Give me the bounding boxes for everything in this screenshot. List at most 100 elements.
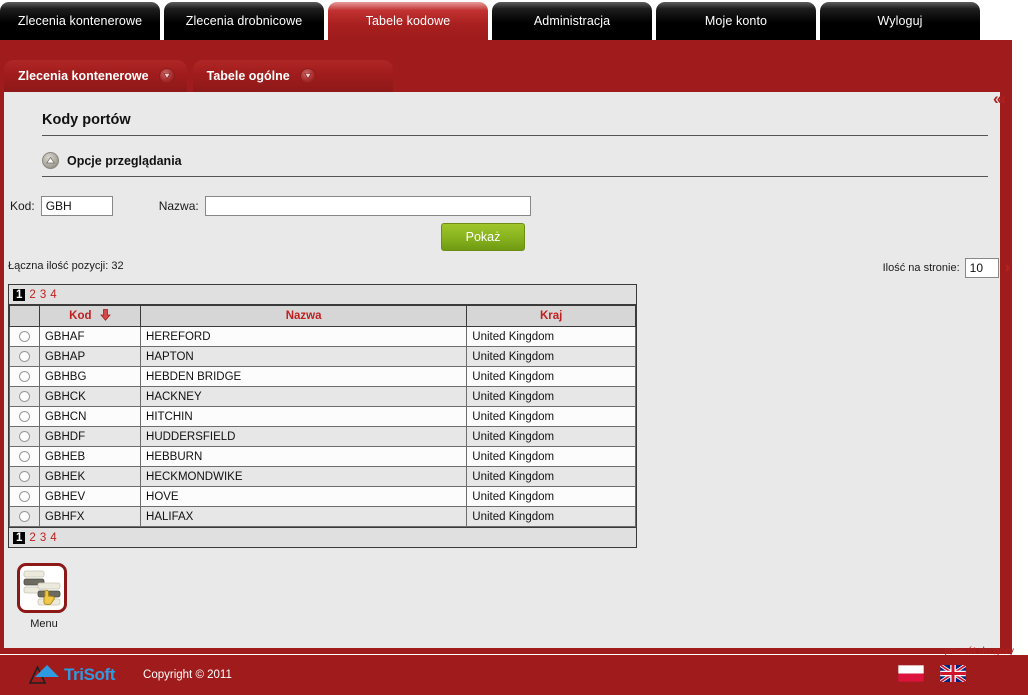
menu-button-label: Menu [30,618,58,630]
table-row[interactable]: GBHAP HAPTON United Kingdom [9,346,636,367]
trisoft-logo-text: TriSoft [64,665,116,684]
table-row[interactable]: GBHEK HECKMONDWIKE United Kingdom [9,466,636,487]
cell-kod: GBHCK [38,386,142,407]
top-nav-tab-1[interactable]: Zlecenia drobnicowe [164,2,324,40]
cell-kod: GBHAP [38,346,142,367]
copyright-text: Copyright © 2011 [143,669,232,681]
cell-kod: GBHEB [38,446,142,467]
cell-kraj: United Kingdom [466,386,636,407]
pager-top-page-4[interactable]: 4 [48,289,58,301]
footer: TriSoft Copyright © 2011 [0,655,1028,695]
chevron-right-icon[interactable]: › [1005,260,1010,276]
pager-top-page-3[interactable]: 3 [38,289,48,301]
cell-kod: GBHAF [38,326,142,347]
page-title: Kody portów [42,112,988,136]
top-nav-tab-0[interactable]: Zlecenia kontenerowe [0,2,160,40]
row-select-cell[interactable] [9,326,40,347]
results-table-container: 1234 Kod Nazwa Kraj GBHAF HEREFORD Unite… [8,284,637,548]
row-select-cell[interactable] [9,506,40,527]
row-select-cell[interactable] [9,486,40,507]
row-select-cell[interactable] [9,406,40,427]
row-radio-button[interactable] [18,430,30,442]
cell-kod: GBHBG [38,366,142,387]
trisoft-triangle-icon [28,663,62,688]
sub-nav-tab-0[interactable]: Zlecenia kontenerowe [4,60,187,92]
pager-top-page-1[interactable]: 1 [13,288,26,301]
row-radio-button[interactable] [18,490,30,502]
options-section-header[interactable]: Opcje przeglądania [42,152,988,177]
row-radio-button[interactable] [18,390,30,402]
menu-button[interactable]: Menu [17,563,71,630]
table-row[interactable]: GBHEV HOVE United Kingdom [9,486,636,507]
row-radio-button[interactable] [18,370,30,382]
row-select-cell[interactable] [9,386,40,407]
pager-bottom-page-4[interactable]: 4 [48,532,58,544]
row-radio-button[interactable] [18,450,30,462]
table-header-row: Kod Nazwa Kraj [9,305,636,327]
table-row[interactable]: GBHDF HUDDERSFIELD United Kingdom [9,426,636,447]
kod-input[interactable] [40,196,113,216]
trisoft-logo: TriSoft [28,663,115,688]
table-row[interactable]: GBHCK HACKNEY United Kingdom [9,386,636,407]
circle-up-arrow-icon [42,152,59,169]
cell-kraj: United Kingdom [466,326,636,347]
cell-nazwa: HEREFORD [140,326,468,347]
pager-bottom-page-1[interactable]: 1 [13,531,26,544]
cell-kraj: United Kingdom [466,406,636,427]
triple-chevron-left-icon[interactable]: ‹‹‹ [993,90,1006,107]
row-radio-button[interactable] [18,510,30,522]
row-select-cell[interactable] [9,446,40,467]
options-section-title: Opcje przeglądania [67,153,182,168]
top-nav-tab-4[interactable]: Moje konto [656,2,816,40]
sub-nav-tab-1[interactable]: Tabele ogólne [192,60,393,92]
items-per-page-control: Ilość na stronie: › [883,258,1010,278]
row-select-cell[interactable] [9,366,40,387]
cell-kod: GBHEV [38,486,142,507]
pager-top-page-2[interactable]: 2 [27,289,37,301]
items-per-page-input[interactable] [964,258,999,278]
table-row[interactable]: GBHBG HEBDEN BRIDGE United Kingdom [9,366,636,387]
pager-bottom-page-2[interactable]: 2 [27,532,37,544]
row-radio-button[interactable] [18,410,30,422]
pager-bottom-page-3[interactable]: 3 [38,532,48,544]
circle-down-arrow-icon [158,68,175,84]
table-row[interactable]: GBHCN HITCHIN United Kingdom [9,406,636,427]
top-nav-tab-3[interactable]: Administracja [492,2,652,40]
row-radio-button[interactable] [18,350,30,362]
top-nav-tab-5[interactable]: Wyloguj [820,2,980,40]
sub-nav-tab-label: Tabele ogólne [206,69,290,83]
circle-down-arrow-icon [299,68,316,84]
table-row[interactable]: GBHAF HEREFORD United Kingdom [9,326,636,347]
flag-gb-icon[interactable] [939,663,967,685]
flag-pl-icon[interactable] [897,664,925,685]
application-window: Zlecenia kontenerowe Zlecenia drobnicowe T… [0,0,1028,695]
cell-kod: GBHEK [38,466,142,487]
cell-kraj: United Kingdom [466,466,636,487]
total-count-label: Łączna ilość pozycji: 32 [8,260,124,272]
cell-nazwa: HEBDEN BRIDGE [140,366,468,387]
cell-kraj: United Kingdom [466,486,636,507]
cell-kod: GBHCN [38,406,142,427]
row-radio-button[interactable] [18,330,30,342]
show-button[interactable]: Pokaż [441,223,525,251]
cell-nazwa: HACKNEY [140,386,468,407]
table-row[interactable]: GBHFX HALIFAX United Kingdom [9,506,636,527]
search-form: Kod: Nazwa: [10,196,531,216]
column-header-kraj[interactable]: Kraj [466,305,636,327]
column-header-nazwa[interactable]: Nazwa [140,305,468,327]
top-nav-tab-2[interactable]: Tabele kodowe [328,2,488,40]
nazwa-label: Nazwa: [158,199,199,213]
column-header-kod[interactable]: Kod [38,305,142,327]
cell-kraj: United Kingdom [466,346,636,367]
nazwa-input[interactable] [204,196,531,216]
row-select-cell[interactable] [9,466,40,487]
cell-nazwa: HOVE [140,486,468,507]
row-radio-button[interactable] [18,470,30,482]
table-row[interactable]: GBHEB HEBBURN United Kingdom [9,446,636,467]
sort-down-arrow-icon [99,308,111,324]
row-select-cell[interactable] [9,426,40,447]
right-white-strip [1012,40,1028,655]
items-per-page-label: Ilość na stronie: [882,262,960,274]
pager-bottom: 1234 [9,527,636,547]
row-select-cell[interactable] [9,346,40,367]
